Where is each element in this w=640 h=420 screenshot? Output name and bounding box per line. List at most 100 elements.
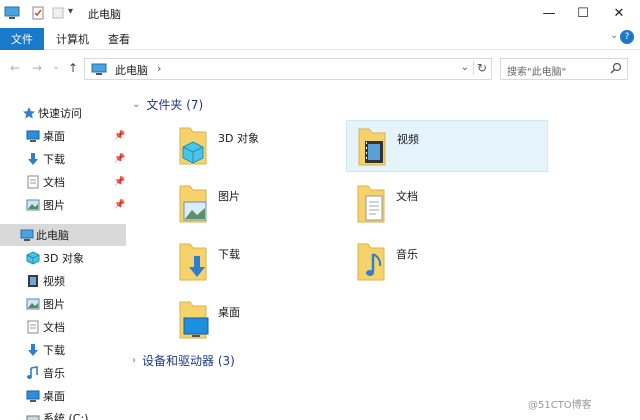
tab-computer[interactable]: 计算机 [56,28,89,50]
back-button[interactable]: ← [10,61,20,75]
chevron-down-icon[interactable]: ⌄ [132,99,140,110]
group-header-label: 设备和驱动器 (3) [142,354,235,368]
sidebar-item-label: 下载 [43,344,65,357]
desktop-icon [26,390,40,402]
desktop-icon [26,130,40,142]
address-path[interactable]: 此电脑 [115,62,148,78]
sidebar-item-pictures-pc[interactable]: 图片 [0,293,126,315]
picture-icon [26,298,40,310]
folder-label: 桌面 [218,306,240,319]
ribbon-expand-icon[interactable]: ⌄ [610,30,618,41]
address-row: ← → ⌄ ↑ 此电脑 › ⌄ ↻ 搜索"此电脑" [0,56,640,84]
sidebar-item-this-pc[interactable]: 此电脑 [0,224,126,246]
sidebar-item-label: 下载 [43,153,65,166]
pin-icon[interactable]: 📌 [114,177,125,187]
star-icon [23,107,35,119]
tab-file[interactable]: 文件 [0,28,44,50]
maximize-button[interactable]: ☐ [566,0,600,26]
folder-music[interactable]: 音乐 [346,236,548,288]
folder-desktop[interactable]: 桌面 [168,294,370,346]
recent-locations-icon[interactable]: ⌄ [52,61,60,72]
ribbon-tabs: 文件 计算机 查看 ⌄ [0,26,640,50]
folder-desktop-icon [179,301,209,339]
sidebar-item-documents[interactable]: 文档 📌 [0,171,126,193]
pin-icon[interactable]: 📌 [114,154,125,164]
folder-label: 下载 [218,248,240,261]
sidebar-item-quick-access[interactable]: 快速访问 [0,102,126,124]
sidebar-item-label: 桌面 [43,130,65,143]
title-bar: ▾ 此电脑 — ☐ ✕ [0,0,640,26]
minimize-button[interactable]: — [532,0,566,26]
sidebar-item-label: 桌面 [43,390,65,403]
folder-videos-icon [358,128,386,166]
document-icon [27,320,39,334]
sidebar-item-label: 系统 (C:) [43,412,89,420]
group-header-devices[interactable]: › 设备和驱动器 (3) [132,352,235,369]
sidebar-item-3d-objects[interactable]: 3D 对象 [0,247,126,269]
group-header-label: 文件夹 (7) [146,98,204,112]
folder-videos[interactable]: 视频 [346,120,548,172]
quick-access-toolbar-dropdown-icon[interactable]: ▾ [68,6,73,17]
download-icon [28,153,38,165]
cube-icon [26,251,40,265]
computer-icon [91,63,107,75]
folder-label: 图片 [218,190,240,203]
sidebar-item-label: 图片 [43,199,65,212]
sidebar-item-desktop-pc[interactable]: 桌面 [0,385,126,407]
computer-icon [20,229,34,241]
sidebar-item-label: 音乐 [43,367,65,380]
music-icon [27,366,38,379]
tab-view[interactable]: 查看 [108,28,130,50]
refresh-button[interactable]: ↻ [472,61,487,75]
folder-pictures-icon [179,185,207,223]
address-bar[interactable]: 此电脑 › ⌄ ↻ [84,58,492,80]
folder-3d-objects[interactable]: 3D 对象 [168,120,370,172]
sidebar-item-documents-pc[interactable]: 文档 [0,316,126,338]
folder-music-icon [357,243,385,281]
folder-downloads[interactable]: 下载 [168,236,370,288]
watermark: @51CTO博客 [528,400,592,411]
video-icon [28,275,38,287]
folder-downloads-icon [179,243,207,281]
picture-icon [26,199,40,211]
folder-pictures[interactable]: 图片 [168,178,370,230]
chevron-right-icon[interactable]: › [132,355,136,366]
pin-icon[interactable]: 📌 [114,200,125,210]
sidebar-item-desktop[interactable]: 桌面 📌 [0,125,126,147]
sidebar-item-videos[interactable]: 视频 [0,270,126,292]
sidebar-item-label: 视频 [43,275,65,288]
sidebar-item-downloads[interactable]: 下载 📌 [0,148,126,170]
navigation-pane: 快速访问 桌面 📌 下载 📌 文档 📌 图片 📌 此电脑 3D 对象 视频 图片… [0,92,126,420]
close-button[interactable]: ✕ [602,0,636,26]
folder-label: 文档 [396,190,418,203]
address-dropdown-icon[interactable]: ⌄ [461,62,469,73]
sidebar-item-label: 文档 [43,321,65,334]
search-input[interactable]: 搜索"此电脑" [500,58,628,80]
folder-3d-objects-icon [179,127,207,165]
sidebar-item-label: 快速访问 [38,107,82,120]
properties-icon[interactable] [30,6,46,20]
group-header-folders[interactable]: ⌄ 文件夹 (7) [132,96,203,113]
folder-documents-icon [357,185,385,223]
sidebar-item-downloads-pc[interactable]: 下载 [0,339,126,361]
breadcrumb-separator-icon[interactable]: › [157,62,161,75]
document-icon [27,175,39,189]
sidebar-item-drive-c[interactable]: 系统 (C:) [0,408,126,420]
sidebar-item-label: 文档 [43,176,65,189]
sidebar-item-music[interactable]: 音乐 [0,362,126,384]
sidebar-item-pictures[interactable]: 图片 📌 [0,194,126,216]
up-button[interactable]: ↑ [68,61,78,75]
folder-label: 视频 [397,133,419,146]
folder-documents[interactable]: 文档 [346,178,548,230]
forward-button[interactable]: → [32,61,42,75]
pin-icon[interactable]: 📌 [114,131,125,141]
search-icon[interactable] [610,62,622,76]
sidebar-item-label: 图片 [43,298,65,311]
sidebar-item-label: 此电脑 [36,229,69,242]
sidebar-item-label: 3D 对象 [43,252,84,265]
computer-icon[interactable] [4,6,20,20]
new-folder-icon[interactable] [50,6,66,20]
window-title: 此电脑 [88,8,121,21]
content-pane: ⌄ 文件夹 (7) 3D 对象 视频 图片 文档 下载 音乐 桌面 › 设备和驱… [130,92,640,420]
help-icon[interactable]: ? [620,30,634,44]
